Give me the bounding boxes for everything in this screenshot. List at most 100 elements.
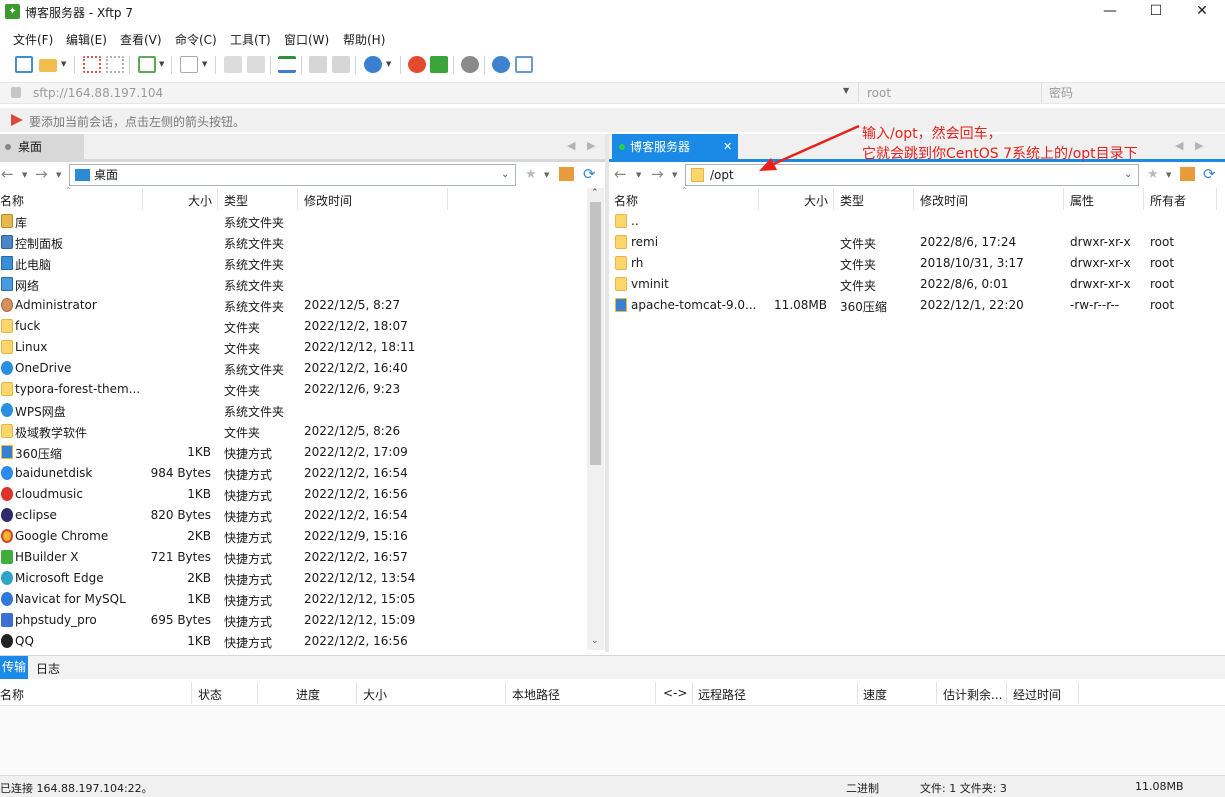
bookmark-star-icon[interactable]: ★ bbox=[525, 167, 537, 182]
scroll-down-icon[interactable]: ⌄ bbox=[591, 636, 599, 646]
refresh-icon[interactable]: ⟳ bbox=[1203, 165, 1216, 183]
table-row[interactable]: Administrator 系统文件夹 2022/12/5, 8:27 bbox=[0, 295, 587, 316]
menu-window[interactable]: 窗口(W) bbox=[284, 31, 329, 48]
table-row[interactable]: 此电脑 系统文件夹 bbox=[0, 253, 587, 274]
col-local-path[interactable]: 本地路径 bbox=[512, 686, 560, 703]
password-input[interactable]: 密码 bbox=[1049, 83, 1073, 103]
back-icon[interactable]: ← bbox=[614, 165, 627, 183]
col-separator[interactable] bbox=[142, 188, 143, 210]
table-row[interactable]: Microsoft Edge 2KB 快捷方式 2022/12/12, 13:54 bbox=[0, 568, 587, 589]
file-transfer-icon[interactable] bbox=[309, 56, 327, 73]
table-row[interactable]: 极域教学软件 文件夹 2022/12/5, 8:26 bbox=[0, 421, 587, 442]
col-name[interactable]: 名称 bbox=[614, 192, 638, 209]
table-row[interactable]: baidunetdisk 984 Bytes 快捷方式 2022/12/2, 16:5… bbox=[0, 463, 587, 484]
chevron-down-icon[interactable]: ▼ bbox=[843, 86, 849, 95]
col-status[interactable]: 状态 bbox=[198, 686, 222, 703]
col-separator[interactable] bbox=[1143, 188, 1144, 210]
menu-tools[interactable]: 工具(T) bbox=[230, 31, 271, 48]
menu-help[interactable]: 帮助(H) bbox=[343, 31, 385, 48]
table-row[interactable]: 网络 系统文件夹 bbox=[0, 274, 587, 295]
back-icon[interactable]: ← bbox=[1, 165, 14, 183]
right-path-input[interactable]: /opt ⌄ bbox=[685, 164, 1139, 186]
help-icon[interactable] bbox=[492, 56, 510, 73]
col-mtime[interactable]: 修改时间 bbox=[920, 192, 968, 209]
add-session-arrow-icon[interactable] bbox=[11, 114, 23, 126]
menu-view[interactable]: 查看(V) bbox=[120, 31, 162, 48]
tab-blog-server[interactable]: 博客服务器 ✕ bbox=[612, 134, 738, 160]
tab-log[interactable]: 日志 bbox=[36, 660, 60, 677]
open-folder-icon[interactable] bbox=[39, 59, 57, 72]
table-row[interactable]: 360压缩 1KB 快捷方式 2022/12/2, 17:09 bbox=[0, 442, 587, 463]
col-separator[interactable] bbox=[692, 682, 693, 704]
col-remote-path[interactable]: 远程路径 bbox=[698, 686, 746, 703]
col-separator[interactable] bbox=[297, 188, 298, 210]
back-history-icon[interactable]: ▼ bbox=[22, 171, 27, 179]
compare-icon[interactable] bbox=[332, 56, 350, 73]
table-row[interactable]: WPS网盘 系统文件夹 bbox=[0, 400, 587, 421]
dropdown-arrow-icon[interactable]: ▼ bbox=[386, 60, 391, 68]
menu-command[interactable]: 命令(C) bbox=[175, 31, 217, 48]
table-row[interactable]: typora-forest-them... 文件夹 2022/12/6, 9:23 bbox=[0, 379, 587, 400]
menu-file[interactable]: 文件(F) bbox=[13, 31, 53, 48]
minimize-button[interactable]: — bbox=[1087, 0, 1133, 24]
table-row[interactable]: rh 文件夹 2018/10/31, 3:17 drwxr-xr-x root bbox=[609, 253, 1225, 274]
new-session-icon[interactable] bbox=[15, 56, 33, 73]
refresh-icon[interactable]: ⟳ bbox=[583, 165, 596, 183]
table-row[interactable]: HBuilder X 721 Bytes 快捷方式 2022/12/2, 16:57 bbox=[0, 547, 587, 568]
col-separator[interactable] bbox=[655, 682, 656, 704]
col-separator[interactable] bbox=[257, 682, 258, 704]
col-separator[interactable] bbox=[1078, 682, 1079, 704]
copy-icon[interactable] bbox=[224, 56, 242, 73]
col-size[interactable]: 大小 bbox=[363, 686, 387, 703]
properties-icon[interactable] bbox=[138, 56, 156, 73]
home-folder-icon[interactable] bbox=[559, 167, 574, 181]
forward-icon[interactable]: → bbox=[651, 165, 664, 183]
col-separator[interactable] bbox=[1216, 188, 1217, 210]
col-direction[interactable]: <-> bbox=[663, 686, 687, 700]
menu-edit[interactable]: 编辑(E) bbox=[66, 31, 107, 48]
tab-desktop[interactable]: 桌面 bbox=[0, 134, 84, 160]
reconnect-icon[interactable] bbox=[106, 56, 124, 73]
table-row[interactable]: apache-tomcat-9.0.... 11.08MB 360压缩 2022/12… bbox=[609, 295, 1225, 316]
table-row[interactable]: cloudmusic 1KB 快捷方式 2022/12/2, 16:56 bbox=[0, 484, 587, 505]
col-type[interactable]: 类型 bbox=[840, 192, 864, 209]
url-input[interactable]: sftp://164.88.197.104 bbox=[33, 83, 163, 103]
col-attr[interactable]: 属性 bbox=[1070, 192, 1094, 209]
username-input[interactable]: root bbox=[867, 83, 891, 103]
globe-icon[interactable] bbox=[364, 56, 382, 73]
col-mtime[interactable]: 修改时间 bbox=[304, 192, 352, 209]
transfer-mode[interactable]: 二进制 bbox=[846, 780, 879, 796]
col-elapsed[interactable]: 经过时间 bbox=[1013, 686, 1061, 703]
left-scrollbar[interactable]: ⌃ ⌄ bbox=[587, 188, 604, 650]
xftp-icon[interactable] bbox=[430, 56, 448, 73]
dropdown-arrow-icon[interactable]: ▼ bbox=[61, 60, 66, 68]
tab-scroll-left-icon[interactable]: ◀ bbox=[1175, 139, 1183, 152]
table-row[interactable]: OneDrive 系统文件夹 2022/12/2, 16:40 bbox=[0, 358, 587, 379]
chevron-down-icon[interactable]: ⌄ bbox=[1124, 165, 1132, 185]
tab-scroll-left-icon[interactable]: ◀ bbox=[567, 139, 575, 152]
scrollbar-thumb[interactable] bbox=[590, 202, 601, 465]
table-row[interactable]: phpstudy_pro 695 Bytes 快捷方式 2022/12/12, 15:… bbox=[0, 610, 587, 631]
back-history-icon[interactable]: ▼ bbox=[636, 171, 641, 179]
col-type[interactable]: 类型 bbox=[224, 192, 248, 209]
col-separator[interactable] bbox=[505, 682, 506, 704]
col-separator[interactable] bbox=[356, 682, 357, 704]
paste-icon[interactable] bbox=[247, 56, 265, 73]
scroll-up-icon[interactable]: ⌃ bbox=[591, 188, 599, 198]
bookmark-dropdown-icon[interactable]: ▼ bbox=[1166, 171, 1171, 179]
col-progress[interactable]: 进度 bbox=[296, 686, 320, 703]
table-row[interactable]: Linux 文件夹 2022/12/12, 18:11 bbox=[0, 337, 587, 358]
forward-icon[interactable]: → bbox=[35, 165, 48, 183]
col-separator[interactable] bbox=[191, 682, 192, 704]
tab-scroll-right-icon[interactable]: ▶ bbox=[1195, 139, 1203, 152]
table-row[interactable]: vminit 文件夹 2022/8/6, 0:01 drwxr-xr-x root bbox=[609, 274, 1225, 295]
forward-history-icon[interactable]: ▼ bbox=[672, 171, 677, 179]
left-path-input[interactable]: 桌面 ⌄ bbox=[69, 164, 516, 186]
col-size[interactable]: 大小 bbox=[188, 192, 212, 209]
col-separator[interactable] bbox=[1063, 188, 1064, 210]
col-separator[interactable] bbox=[857, 682, 858, 704]
col-separator[interactable] bbox=[758, 188, 759, 210]
col-separator[interactable] bbox=[913, 188, 914, 210]
chevron-down-icon[interactable]: ⌄ bbox=[501, 165, 509, 185]
tab-scroll-right-icon[interactable]: ▶ bbox=[587, 139, 595, 152]
